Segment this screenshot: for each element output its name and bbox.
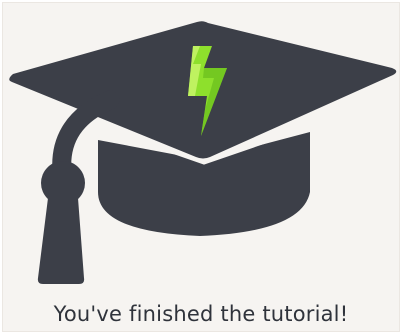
completion-message: You've finished the tutorial!: [53, 302, 349, 326]
tassel-strands: [37, 198, 85, 284]
graduation-cap-icon: [9, 21, 397, 284]
